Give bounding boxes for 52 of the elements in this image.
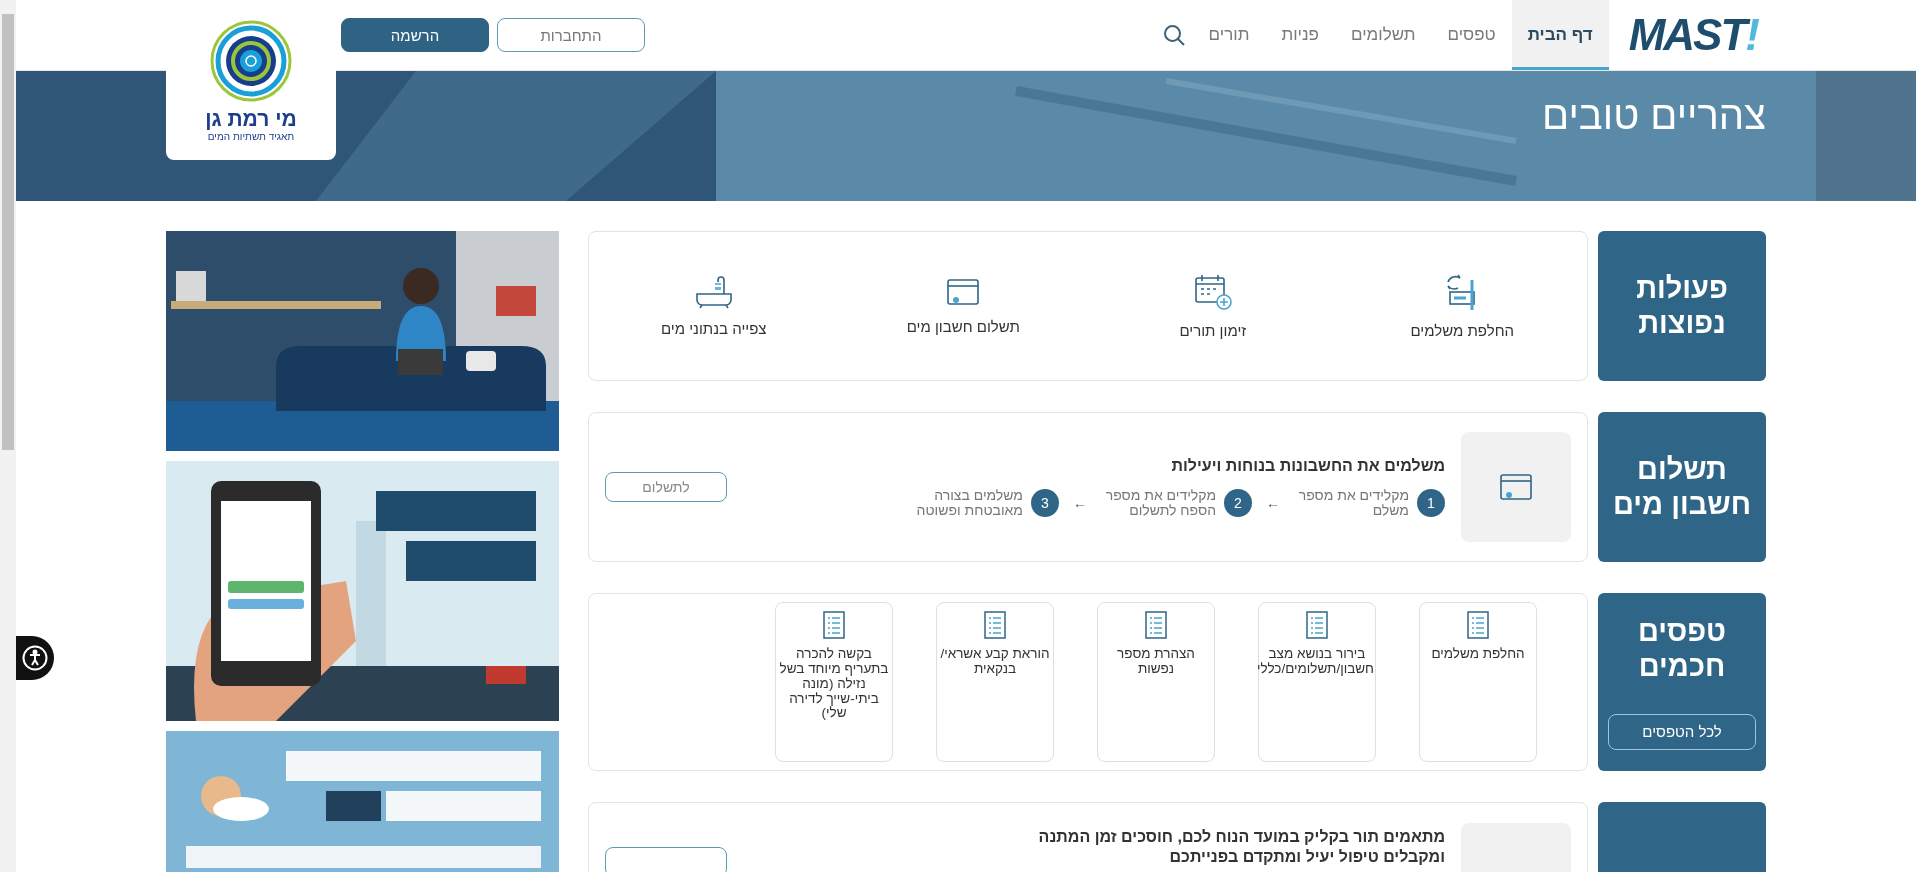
all-forms-button[interactable]: לכל הטפסים (1608, 713, 1756, 750)
action-link[interactable]: תשלום חשבון מים (906, 318, 1020, 336)
document-icon (1467, 611, 1489, 639)
panel-heading: משלמים את החשבונות בנוחות ויעילות (1170, 455, 1445, 476)
form-title: בירור בנושא מצב חשבון/תשלומים/כללי (1260, 647, 1374, 677)
section-title: תשלום חשבון מים (1612, 452, 1752, 522)
document-icon (823, 611, 845, 639)
calendar-icon (1192, 272, 1233, 313)
step-number: 3 (1031, 489, 1059, 517)
step-number: 2 (1224, 489, 1252, 517)
nav-tab[interactable]: פניות (1265, 0, 1335, 70)
pay-button[interactable]: לתשלום (605, 472, 727, 502)
nav-tab[interactable]: טפסים (1431, 0, 1512, 70)
nav-tab[interactable]: תשלומים (1334, 0, 1432, 70)
panel-heading: מתאמים תור בקליק במועד הנוח לכם, חוסכים זמן המתנה ומקבלים טיפול יעיל ומתקדם בפנייתכם (1037, 827, 1445, 867)
brand-logo[interactable]: MAST! (1624, 8, 1766, 62)
document-icon (984, 611, 1006, 639)
action-link[interactable]: צפייה בנתוני מים (661, 320, 767, 338)
login-button[interactable]: התחברות (497, 18, 645, 52)
bathtub-icon (693, 274, 734, 311)
wallet-icon (1498, 471, 1534, 503)
arrow: ← (1266, 495, 1280, 511)
form-tile[interactable]: החלפת משלמים (1419, 602, 1537, 762)
document-icon (1306, 611, 1328, 639)
action-link[interactable]: החלפת משלמים (1410, 322, 1515, 340)
action-link[interactable]: זימון תורים (1179, 322, 1247, 340)
spiral-logo-icon (209, 19, 293, 103)
form-title: הצהרת מספר נפשות (1116, 647, 1196, 677)
arrow: ← (1073, 495, 1087, 511)
nav-tab[interactable]: תורים (1192, 0, 1266, 70)
form-title: החלפת משלמים (1430, 647, 1526, 662)
step-text: מקלידים את מספר הספח לתשלום (1104, 487, 1216, 519)
document-icon (1145, 611, 1167, 639)
appointment-button[interactable] (605, 847, 727, 872)
partner-tagline: תאגיד תשתיות המים (207, 131, 295, 142)
accessibility-icon[interactable] (16, 636, 54, 680)
form-tile[interactable]: הוראת קבע אשראי/ בנקאית (936, 602, 1054, 762)
nav-tab[interactable]: דף הבית (1511, 0, 1609, 70)
form-tile[interactable]: הצהרת מספר נפשות (1097, 602, 1215, 762)
form-tile[interactable]: בקשה להכרה בתעריף מיוחד בשל נזילה (מונה ביתי-שייך לדירה שלי) (775, 602, 893, 762)
greeting-title: צהריים טובים (1542, 93, 1766, 138)
form-title: הוראת קבע אשראי/ בנקאית (939, 647, 1051, 677)
step-text: מקלידים את מספר משלם (1297, 487, 1409, 519)
register-button[interactable]: הרשמה (341, 18, 489, 52)
step-text: משלמים בצורה מאובטחת ופשוטה (915, 487, 1023, 519)
form-tile[interactable]: בירור בנושא מצב חשבון/תשלומים/כללי (1258, 602, 1376, 762)
form-title: בקשה להכרה בתעריף מיוחד בשל נזילה (מונה ביתי-שייך לדירה שלי) (778, 647, 890, 722)
section-title: פעולות נפוצות (1635, 271, 1729, 341)
search-icon[interactable] (1162, 24, 1185, 46)
section-title: טפסים חכמים (1636, 614, 1728, 684)
step-number: 1 (1417, 489, 1445, 517)
partner-name: מי רמת גן (205, 107, 297, 131)
